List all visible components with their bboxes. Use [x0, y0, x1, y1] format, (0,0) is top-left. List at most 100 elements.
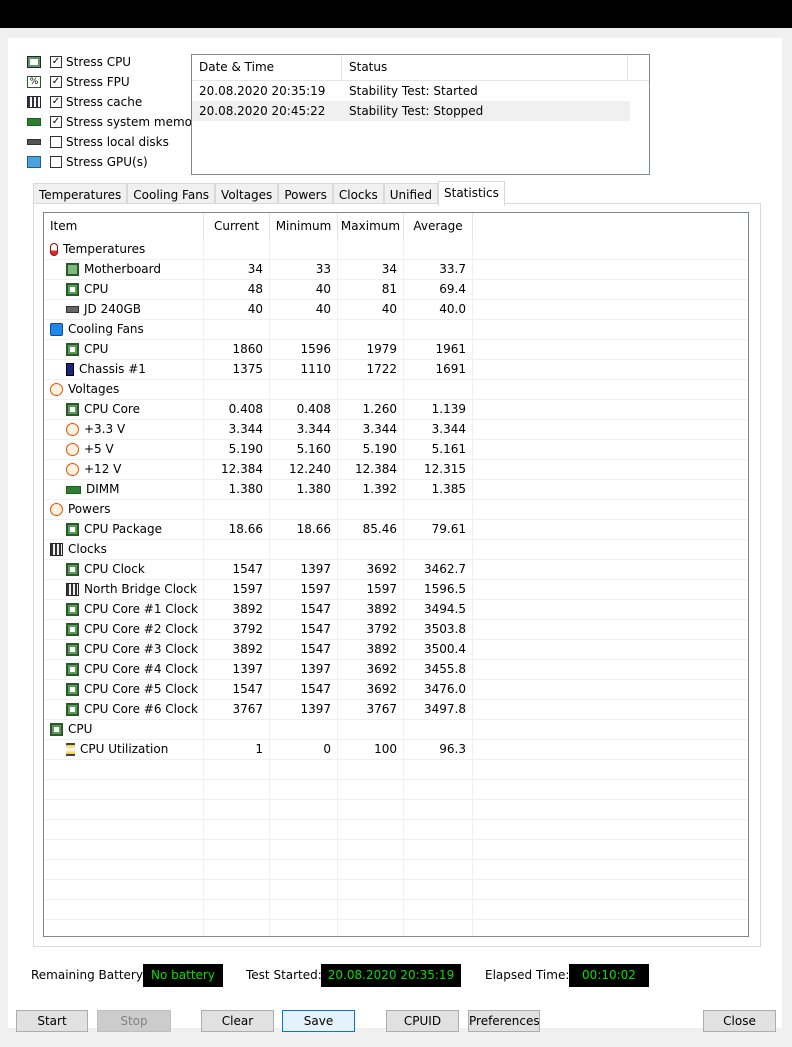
current-cell: 12.384	[204, 460, 270, 479]
item-cell	[44, 860, 204, 879]
table-row[interactable]	[44, 820, 748, 840]
stress-gpu-checkbox[interactable]	[50, 156, 62, 168]
item-label: Chassis #1	[79, 362, 146, 376]
max-cell	[338, 720, 404, 739]
table-row[interactable]: North Bridge Clock 1597 1597 1597 1596.5	[44, 580, 748, 600]
current-cell: 1547	[204, 560, 270, 579]
min-cell: 1547	[270, 680, 338, 699]
current-cell	[204, 820, 270, 839]
table-row[interactable]	[44, 900, 748, 920]
min-cell: 40	[270, 300, 338, 319]
table-row[interactable]	[44, 840, 748, 860]
battery-value: No battery	[143, 964, 223, 987]
table-row[interactable]: CPU Clock 1547 1397 3692 3462.7	[44, 560, 748, 580]
table-row[interactable]	[44, 800, 748, 820]
avg-cell	[404, 900, 473, 919]
current-cell: 3892	[204, 600, 270, 619]
item-cell: CPU Core #2 Clock	[44, 620, 204, 639]
tab-cooling-fans[interactable]: Cooling Fans	[127, 183, 216, 204]
header-item[interactable]: Item	[44, 213, 204, 240]
table-row[interactable]	[44, 780, 748, 800]
header-maximum[interactable]: Maximum	[338, 213, 404, 240]
table-row[interactable]: CPU Core 0.408 0.408 1.260 1.139	[44, 400, 748, 420]
voltage-icon	[66, 423, 79, 436]
avg-cell: 96.3	[404, 740, 473, 759]
tab-voltages[interactable]: Voltages	[215, 183, 279, 204]
table-row[interactable]	[44, 860, 748, 880]
table-row[interactable]	[44, 880, 748, 900]
table-row[interactable]: CPU Core #1 Clock 3892 1547 3892 3494.5	[44, 600, 748, 620]
tab-temperatures[interactable]: Temperatures	[33, 183, 128, 204]
statistics-grid[interactable]: Item Current Minimum Maximum Average Tem…	[43, 212, 749, 937]
stress-cache-checkbox[interactable]: ✓	[50, 96, 62, 108]
log-header-status[interactable]: Status	[342, 55, 628, 80]
min-cell	[270, 800, 338, 819]
table-row[interactable]: +3.3 V 3.344 3.344 3.344 3.344	[44, 420, 748, 440]
item-cell: Temperatures	[44, 240, 204, 259]
stress-memory-checkbox[interactable]: ✓	[50, 116, 62, 128]
avg-cell: 1596.5	[404, 580, 473, 599]
table-row[interactable]: CPU 48 40 81 69.4	[44, 280, 748, 300]
stress-disks-checkbox[interactable]	[50, 136, 62, 148]
current-cell: 1547	[204, 680, 270, 699]
table-row[interactable]: CPU Core #4 Clock 1397 1397 3692 3455.8	[44, 660, 748, 680]
min-cell	[270, 840, 338, 859]
avg-cell	[404, 880, 473, 899]
table-row[interactable]: Temperatures	[44, 240, 748, 260]
table-row[interactable]: DIMM 1.380 1.380 1.392 1.385	[44, 480, 748, 500]
avg-cell: 3500.4	[404, 640, 473, 659]
preferences-button[interactable]: Preferences	[468, 1010, 540, 1032]
max-cell: 3.344	[338, 420, 404, 439]
table-row[interactable]	[44, 760, 748, 780]
current-cell	[204, 860, 270, 879]
tab-unified[interactable]: Unified	[383, 183, 438, 204]
close-button[interactable]: Close	[703, 1010, 776, 1032]
table-row[interactable]: Cooling Fans	[44, 320, 748, 340]
header-minimum[interactable]: Minimum	[270, 213, 338, 240]
current-cell	[204, 920, 270, 936]
table-row[interactable]: Voltages	[44, 380, 748, 400]
save-button[interactable]: Save	[282, 1010, 355, 1032]
table-row[interactable]	[44, 920, 748, 936]
table-row[interactable]: +12 V 12.384 12.240 12.384 12.315	[44, 460, 748, 480]
item-label: Motherboard	[84, 262, 161, 276]
header-current[interactable]: Current	[204, 213, 270, 240]
item-cell	[44, 900, 204, 919]
item-label: +5 V	[84, 442, 114, 456]
table-row[interactable]: CPU Package 18.66 18.66 85.46 79.61	[44, 520, 748, 540]
table-row[interactable]: CPU Core #6 Clock 3767 1397 3767 3497.8	[44, 700, 748, 720]
table-row[interactable]: CPU Core #2 Clock 3792 1547 3792 3503.8	[44, 620, 748, 640]
item-label: CPU Package	[84, 522, 162, 536]
min-cell	[270, 860, 338, 879]
table-row[interactable]: +5 V 5.190 5.160 5.190 5.161	[44, 440, 748, 460]
log-header-datetime[interactable]: Date & Time	[192, 55, 342, 80]
tab-statistics[interactable]: Statistics	[438, 181, 505, 206]
item-cell	[44, 760, 204, 779]
start-button[interactable]: Start	[16, 1010, 88, 1032]
table-row[interactable]: CPU	[44, 720, 748, 740]
table-row[interactable]: CPU Core #5 Clock 1547 1547 3692 3476.0	[44, 680, 748, 700]
table-row[interactable]: CPU Core #3 Clock 3892 1547 3892 3500.4	[44, 640, 748, 660]
header-average[interactable]: Average	[404, 213, 473, 240]
tab-powers[interactable]: Powers	[278, 183, 333, 204]
table-row[interactable]: JD 240GB 40 40 40 40.0	[44, 300, 748, 320]
test-log-list[interactable]: Date & Time Status 20.08.2020 20:35:19 S…	[191, 54, 650, 175]
item-cell: CPU	[44, 340, 204, 359]
table-row[interactable]: Chassis #1 1375 1110 1722 1691	[44, 360, 748, 380]
stop-button[interactable]: Stop	[97, 1010, 171, 1032]
cpuid-button[interactable]: CPUID	[386, 1010, 459, 1032]
stress-fpu-checkbox[interactable]: ✓	[50, 76, 62, 88]
log-row[interactable]: 20.08.2020 20:35:19 Stability Test: Star…	[192, 81, 649, 101]
table-row[interactable]: Powers	[44, 500, 748, 520]
min-cell: 3.344	[270, 420, 338, 439]
table-row[interactable]: Motherboard 34 33 34 33.7	[44, 260, 748, 280]
clear-button[interactable]: Clear	[201, 1010, 274, 1032]
table-row[interactable]: CPU Utilization 1 0 100 96.3	[44, 740, 748, 760]
stress-cpu-checkbox[interactable]: ✓	[50, 56, 62, 68]
stress-fpu-label: Stress FPU	[66, 75, 130, 89]
tab-clocks[interactable]: Clocks	[332, 183, 384, 204]
fan-icon	[50, 323, 63, 336]
table-row[interactable]: CPU 1860 1596 1979 1961	[44, 340, 748, 360]
table-row[interactable]: Clocks	[44, 540, 748, 560]
log-row[interactable]: 20.08.2020 20:45:22 Stability Test: Stop…	[192, 101, 630, 121]
